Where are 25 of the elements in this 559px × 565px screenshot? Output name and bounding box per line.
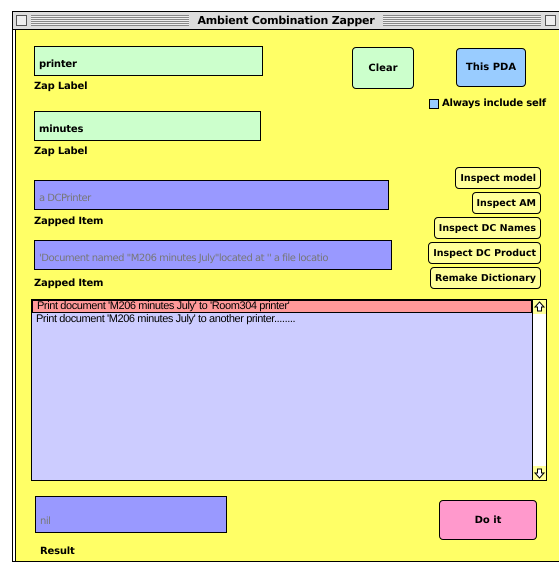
zoom-box-icon[interactable]: [545, 15, 556, 26]
field-label: Zap Label: [34, 80, 88, 94]
field-label: Zapped Item: [34, 277, 104, 291]
zap-label-field[interactable]: printer: [34, 46, 263, 76]
list-item[interactable]: Print document 'M206 minutes July' to another printer........: [32, 313, 532, 326]
close-box-icon[interactable]: [16, 15, 27, 26]
scroll-up-icon[interactable]: [533, 300, 546, 314]
checkbox[interactable]: [429, 98, 439, 108]
scroll-down-icon[interactable]: [533, 466, 546, 480]
inspect-button[interactable]: Inspect DC Names: [434, 217, 541, 239]
scroll-bar[interactable]: [532, 300, 546, 480]
inspect-button[interactable]: Inspect model: [455, 167, 541, 189]
field-label: Zap Label: [34, 145, 88, 159]
this-pda-button[interactable]: This PDA: [456, 48, 526, 87]
inspect-button[interactable]: Remake Dictionary: [430, 267, 541, 289]
inspect-button[interactable]: Inspect DC Product: [428, 242, 541, 264]
field-label: Zapped Item: [34, 215, 104, 229]
window-title: Ambient Combination Zapper: [196, 14, 376, 27]
checkbox-label[interactable]: Always include self: [442, 98, 546, 109]
result-label: Result: [40, 545, 76, 559]
list-item[interactable]: Print document 'M206 minutes July' to 'Room304 printer': [32, 300, 532, 313]
clear-button[interactable]: Clear: [352, 47, 414, 89]
zap-label-field[interactable]: minutes: [34, 111, 261, 141]
do-it-button[interactable]: Do it: [439, 500, 537, 540]
inspect-button[interactable]: Inspect AM: [472, 192, 541, 214]
